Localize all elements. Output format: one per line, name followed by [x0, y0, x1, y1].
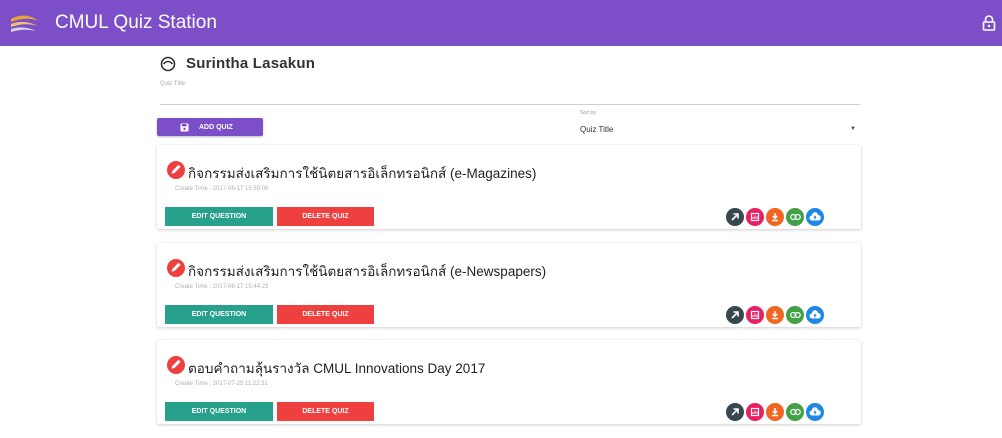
add-quiz-label: ADD QUIZ — [199, 123, 233, 131]
user-header: Surintha Lasakun — [160, 55, 315, 72]
add-quiz-button[interactable]: ADD QUIZ — [157, 118, 263, 136]
download-button[interactable] — [766, 208, 784, 226]
quiz-title: ตอบคำถามลุ้นรางวัล CMUL Innovations Day … — [188, 361, 486, 376]
quiz-card: ตอบคำถามลุ้นรางวัล CMUL Innovations Day … — [157, 340, 861, 424]
report-button[interactable] — [746, 208, 764, 226]
link-icon — [789, 213, 801, 221]
floppy-icon — [180, 123, 189, 131]
download-button[interactable] — [766, 306, 784, 324]
sort-select[interactable]: Quiz Title ▼ — [580, 121, 860, 137]
pencil-icon — [167, 356, 185, 374]
link-icon — [789, 311, 801, 319]
report-button[interactable] — [746, 306, 764, 324]
download-icon — [772, 213, 778, 222]
quiz-actions — [726, 208, 826, 226]
quiz-title-label: Quiz Title — [160, 81, 186, 87]
quiz-card: กิจกรรมส่งเสริมการใช้นิตยสารอิเล็กทรอนิก… — [157, 243, 861, 327]
link-button[interactable] — [786, 403, 804, 421]
user-icon — [160, 56, 176, 71]
sort-selected-value: Quiz Title — [580, 124, 614, 134]
arrow-up-right-icon — [731, 408, 739, 416]
link-button[interactable] — [786, 306, 804, 324]
quiz-create-time: Create Time : 2017-07-25 11:22:31 — [175, 381, 268, 387]
edit-question-button[interactable]: EDIT QUESTION — [165, 402, 273, 421]
pencil-icon — [167, 161, 185, 179]
dropdown-arrow-icon: ▼ — [850, 126, 856, 132]
report-button[interactable] — [746, 403, 764, 421]
share-button[interactable] — [726, 208, 744, 226]
download-icon — [772, 311, 778, 320]
upload-button[interactable] — [806, 208, 824, 226]
app-title: CMUL Quiz Station — [55, 12, 217, 33]
quiz-title-input[interactable] — [160, 104, 860, 105]
quiz-title: กิจกรรมส่งเสริมการใช้นิตยสารอิเล็กทรอนิก… — [188, 166, 537, 181]
report-icon — [750, 212, 760, 222]
delete-quiz-button[interactable]: DELETE QUIZ — [277, 207, 374, 226]
download-icon — [772, 408, 778, 417]
share-button[interactable] — [726, 306, 744, 324]
pencil-icon — [167, 259, 185, 277]
link-button[interactable] — [786, 208, 804, 226]
lock-icon[interactable] — [982, 15, 996, 31]
quiz-card: กิจกรรมส่งเสริมการใช้นิตยสารอิเล็กทรอนิก… — [157, 145, 861, 229]
report-icon — [750, 407, 760, 417]
edit-question-button[interactable]: EDIT QUESTION — [165, 305, 273, 324]
delete-quiz-button[interactable]: DELETE QUIZ — [277, 305, 374, 324]
quiz-actions — [726, 403, 826, 421]
download-button[interactable] — [766, 403, 784, 421]
link-icon — [789, 408, 801, 416]
delete-quiz-button[interactable]: DELETE QUIZ — [277, 402, 374, 421]
edit-question-button[interactable]: EDIT QUESTION — [165, 207, 273, 226]
upload-button[interactable] — [806, 306, 824, 324]
arrow-up-right-icon — [731, 311, 739, 319]
cloud-upload-icon — [809, 212, 821, 221]
cloud-upload-icon — [809, 310, 821, 319]
quiz-create-time: Create Time : 2017-06-17 15:44:23 — [175, 284, 269, 290]
upload-button[interactable] — [806, 403, 824, 421]
sort-label: Sort by — [580, 110, 596, 116]
user-name: Surintha Lasakun — [186, 55, 316, 72]
report-icon — [750, 310, 760, 320]
cmul-logo-icon[interactable] — [10, 13, 40, 35]
app-bar: CMUL Quiz Station — [0, 0, 1002, 46]
quiz-actions — [726, 306, 826, 324]
share-button[interactable] — [726, 403, 744, 421]
quiz-create-time: Create Time : 2017-06-17 15:39:00 — [175, 186, 269, 192]
arrow-up-right-icon — [731, 213, 739, 221]
quiz-title: กิจกรรมส่งเสริมการใช้นิตยสารอิเล็กทรอนิก… — [188, 264, 547, 279]
cloud-upload-icon — [809, 407, 821, 416]
